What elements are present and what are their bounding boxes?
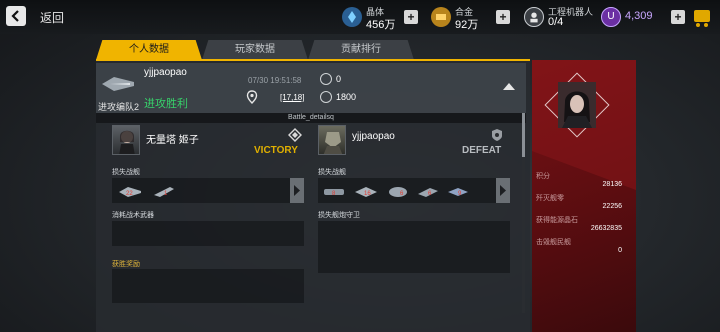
stat-label: 获得能源晶石	[536, 217, 578, 224]
attacker-name: 无量塔 姬子	[146, 135, 199, 146]
lost-ship-count: 1	[164, 191, 168, 197]
lost-guards-label: 损失舰炮守卫	[318, 212, 360, 219]
victory-label: VICTORY	[254, 145, 298, 156]
stat-value: 22256	[602, 203, 622, 210]
attacker-avatar	[112, 125, 140, 155]
attacker-summary: 无量塔 姬子 VICTORY	[112, 125, 310, 165]
defender-ships-next-button[interactable]	[496, 178, 510, 203]
defender-avatar	[318, 125, 346, 155]
battle-header[interactable]: yjjpaopao 进攻编队2 进攻胜利 07/30 19:51:58 [17,…	[96, 63, 526, 113]
defender-lost-ships-list: 8 16 6 6 9	[318, 178, 510, 203]
details-title-bar: Battle_detailsq	[96, 113, 526, 123]
lost-guards-list	[318, 221, 510, 273]
lost-ship-count: 16	[364, 191, 371, 197]
defender-summary: yjjpaopao DEFEAT	[318, 125, 516, 165]
robot-icon	[524, 7, 544, 27]
coordinate-link[interactable]: [17,18]	[280, 93, 304, 102]
formation-label: 进攻编队2	[98, 102, 140, 112]
currency-value: 4,309	[625, 10, 653, 22]
top-bar: 返回 晶体 456万 + 合金 92万 + 工程机器人 0/4 U 4,309 …	[0, 0, 720, 34]
lost-ship-icon	[389, 187, 407, 197]
attacker-ships-next-button[interactable]	[290, 178, 304, 203]
power-icon	[320, 91, 332, 103]
attacker-username: yjjpaopao	[144, 67, 187, 78]
u-coin-icon: U	[601, 7, 621, 27]
stat-label: 歼灭舰零	[536, 195, 564, 202]
stat-label: 击毁舰民舰	[536, 239, 571, 246]
attacker-lost-ships-list: 22 1	[112, 178, 304, 203]
battle-result: 进攻胜利	[144, 98, 188, 110]
back-label[interactable]: 返回	[40, 9, 64, 26]
collapse-arrow-icon[interactable]	[502, 81, 516, 91]
defender-name: yjjpaopao	[352, 131, 395, 142]
location-pin-icon	[246, 90, 258, 104]
player-avatar[interactable]	[558, 82, 596, 128]
cart-icon	[694, 10, 710, 27]
stat-value-1: 0	[336, 74, 342, 84]
lost-ship-count: 22	[126, 191, 133, 197]
lost-ship-count: 9	[458, 191, 462, 197]
kills-icon	[320, 73, 332, 85]
weapons-used-label: 消耗战术武器	[112, 212, 154, 219]
add-crystal-button[interactable]: +	[404, 10, 418, 24]
scrollbar-thumb[interactable]	[522, 113, 525, 157]
crystal-value: 456万	[366, 19, 396, 31]
victory-reward-label: 获胜奖励	[112, 261, 140, 268]
tab-player-data[interactable]: 玩家数据	[202, 40, 308, 60]
battle-datetime: 07/30 19:51:58	[248, 76, 302, 85]
defender-lost-ships-label: 损失战舰	[318, 169, 346, 176]
defeat-label: DEFEAT	[462, 145, 502, 156]
stat-label: 积分	[536, 173, 550, 180]
lost-ship-count: 6	[428, 191, 432, 197]
stat-value: 26632835	[590, 225, 622, 232]
chevron-right-icon	[294, 185, 300, 196]
tab-personal-data[interactable]: 个人数据	[96, 40, 202, 60]
victory-reward-list	[112, 269, 304, 303]
shop-cart-button[interactable]	[692, 6, 712, 28]
attacker-lost-ships-label: 损失战舰	[112, 169, 140, 176]
tab-contribution-rank[interactable]: 贡献排行	[308, 40, 414, 60]
alloy-value: 92万	[455, 19, 479, 31]
chevron-right-icon	[500, 185, 506, 196]
chevron-left-icon	[11, 10, 19, 22]
weapons-used-list	[112, 221, 304, 246]
stat-value-2: 1800	[336, 92, 357, 102]
defeat-shield-icon	[492, 129, 502, 141]
robots-value: 0/4	[548, 16, 564, 28]
add-alloy-button[interactable]: +	[496, 10, 510, 24]
victory-emblem-icon	[288, 128, 302, 142]
back-button[interactable]	[6, 6, 26, 26]
crystal-icon	[342, 7, 362, 27]
stat-value: 0	[618, 247, 622, 254]
alloy-icon	[431, 7, 451, 27]
add-currency-button[interactable]: +	[671, 10, 685, 24]
stat-value: 28136	[602, 181, 622, 188]
battle-report-panel: yjjpaopao 进攻编队2 进攻胜利 07/30 19:51:58 [17,…	[96, 61, 530, 332]
fleet-ship-icon	[102, 77, 134, 91]
lost-ship-count: 8	[332, 191, 336, 197]
lost-ship-count: 6	[400, 191, 404, 197]
